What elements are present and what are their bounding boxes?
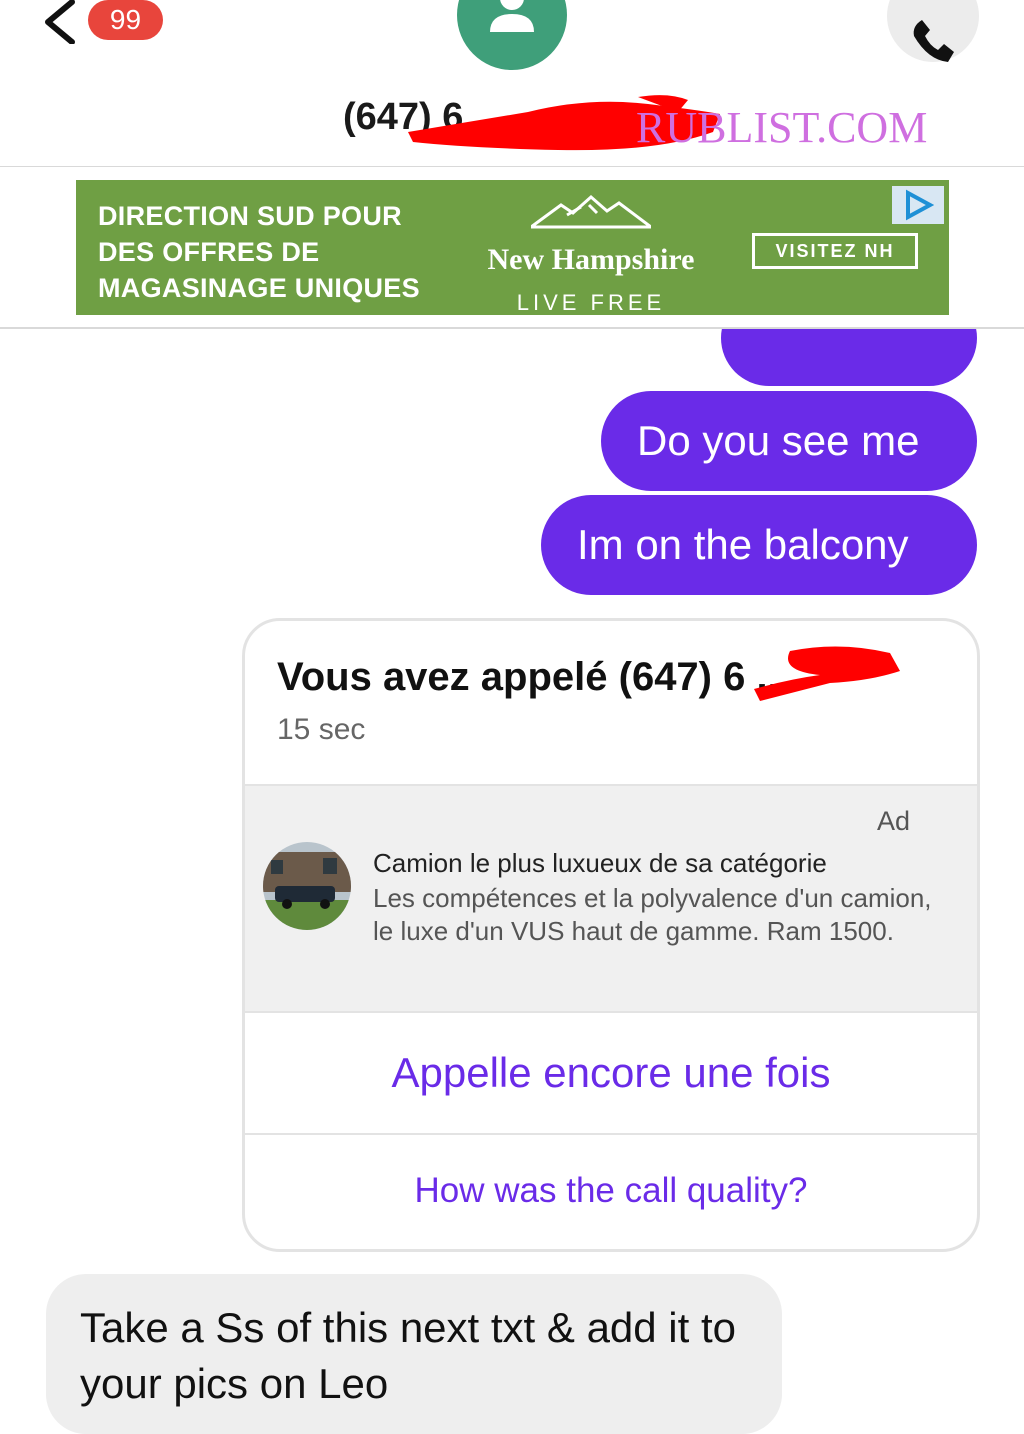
call-button[interactable] [887, 0, 979, 62]
back-chevron-icon[interactable] [38, 0, 78, 45]
sponsored-ad[interactable]: Ad Camion le plus luxueux de sa catégori… [245, 784, 977, 1013]
message-bubble-outgoing[interactable]: Im on the balcony [541, 495, 977, 595]
mountain-icon [531, 195, 651, 229]
banner-line: MAGASINAGE UNIQUES [98, 273, 420, 303]
banner-slogan: LIVE FREE [516, 290, 666, 315]
phone-icon [913, 20, 954, 62]
redaction-mark [754, 646, 900, 701]
banner-line: DES OFFRES DE [98, 237, 320, 267]
contact-avatar[interactable] [457, 0, 567, 70]
banner-cta-button[interactable]: VISITEZ NH [752, 233, 918, 269]
call-summary-card: Vous avez appelé (647) 6 ... 15 sec Ad C… [242, 618, 980, 1252]
message-text: Take a Ss of this next txt & add it to y… [80, 1304, 737, 1407]
message-bubble-incoming[interactable]: Take a Ss of this next txt & add it to y… [46, 1274, 782, 1434]
ad-divider [0, 327, 1024, 329]
call-title: Vous avez appelé (647) 6 ... [277, 655, 790, 699]
banner-brand: New Hampshire [487, 243, 695, 276]
banner-ad-text: DIRECTION SUD POUR DES OFFRES DE MAGASIN… [98, 198, 420, 306]
watermark-text: RUBLIST.COM [636, 103, 928, 152]
banner-line: DIRECTION SUD POUR [98, 201, 402, 231]
person-icon [490, 0, 534, 32]
unread-badge: 99 [88, 0, 163, 40]
new-hampshire-logo: New Hampshire LIVE FREE [486, 195, 696, 315]
ad-label: Ad [877, 806, 911, 836]
call-quality-link[interactable]: How was the call quality? [245, 1171, 977, 1211]
adchoices-icon[interactable] [892, 186, 944, 224]
ad-headline: Camion le plus luxueux de sa catégorie [373, 848, 827, 878]
card-divider [245, 1133, 977, 1135]
ad-thumbnail-image [263, 842, 351, 930]
ad-body: Les compétences et la polyvalence d'un c… [373, 883, 932, 946]
message-bubble-outgoing[interactable]: Do you see me [601, 391, 977, 491]
call-duration: 15 sec [277, 713, 366, 746]
call-again-button[interactable]: Appelle encore une fois [245, 1049, 977, 1097]
banner-ad[interactable]: DIRECTION SUD POUR DES OFFRES DE MAGASIN… [76, 180, 949, 315]
